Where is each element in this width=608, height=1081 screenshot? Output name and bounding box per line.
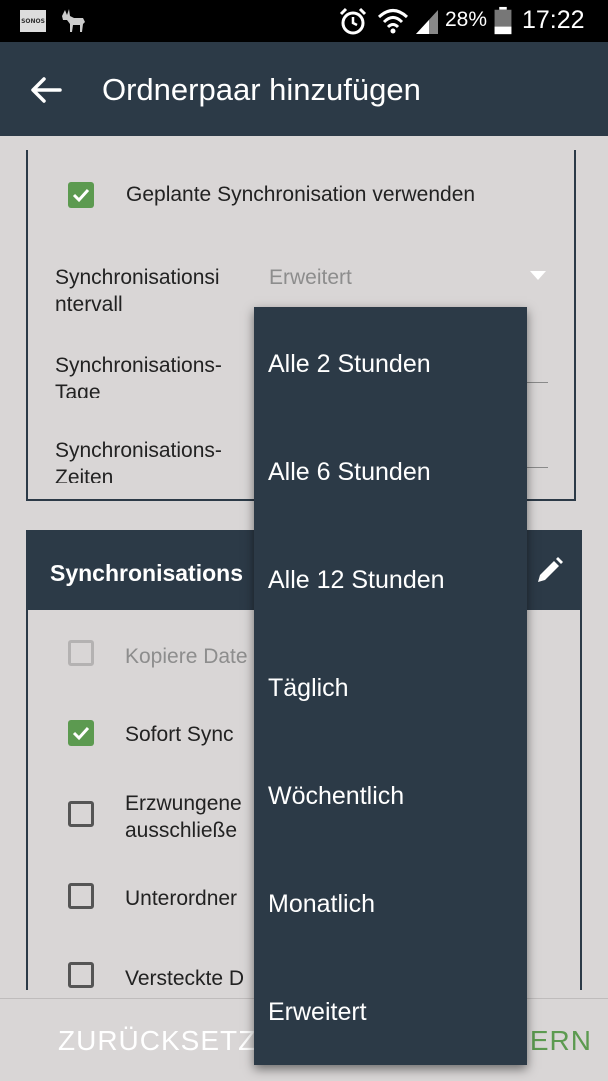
dropdown-option-weekly[interactable]: Wöchentlich	[268, 782, 404, 811]
dropdown-option-monthly[interactable]: Monatlich	[268, 890, 375, 919]
dropdown-option-daily[interactable]: Täglich	[268, 674, 349, 703]
days-label: Synchronisations- Tage	[55, 354, 222, 398]
forced-exclude-checkbox[interactable]	[68, 801, 94, 827]
interval-select-value[interactable]: Erweitert	[269, 264, 352, 291]
clock: 17:22	[522, 6, 585, 34]
forced-exclude-label: Erzwungene ausschließe	[125, 792, 242, 842]
interval-dropdown-menu: Alle 2 Stunden Alle 6 Stunden Alle 12 St…	[254, 307, 527, 1065]
instant-sync-checkbox[interactable]	[68, 720, 94, 746]
subfolders-label: Unterordner	[125, 887, 238, 910]
dropdown-option-advanced[interactable]: Erweitert	[268, 998, 367, 1027]
interval-label: Synchronisationsi ntervall	[55, 266, 220, 316]
back-arrow-icon[interactable]	[26, 72, 66, 108]
use-scheduled-checkbox[interactable]	[68, 182, 94, 208]
checkmark-icon	[72, 726, 90, 741]
times-label: Synchronisations- Zeiten	[55, 439, 222, 483]
status-bar: SONOS 28% 17:22	[0, 0, 608, 42]
battery-percentage: 28%	[445, 8, 488, 31]
subfolders-checkbox[interactable]	[68, 883, 94, 909]
reset-button[interactable]: ZURÜCKSETZ	[58, 1025, 256, 1057]
hidden-files-checkbox[interactable]	[68, 962, 94, 988]
copy-files-checkbox[interactable]	[68, 640, 94, 666]
hidden-files-label: Versteckte D	[125, 967, 245, 990]
sync-options-title: Synchronisations	[50, 560, 243, 586]
page-title: Ordnerpaar hinzufügen	[102, 72, 421, 107]
alarm-icon	[339, 7, 367, 35]
battery-icon	[494, 6, 512, 35]
pencil-icon[interactable]	[534, 556, 564, 586]
checkmark-icon	[72, 188, 90, 203]
use-scheduled-label: Geplante Synchronisation verwenden	[126, 183, 476, 206]
dropdown-option-2h[interactable]: Alle 2 Stunden	[268, 350, 431, 379]
copy-files-label: Kopiere Date	[125, 645, 248, 668]
sonos-icon: SONOS	[20, 10, 46, 32]
deer-icon	[62, 9, 85, 32]
wifi-icon	[377, 9, 409, 34]
dropdown-arrow-icon[interactable]	[529, 269, 547, 281]
dropdown-option-6h[interactable]: Alle 6 Stunden	[268, 458, 431, 487]
app-bar: Ordnerpaar hinzufügen	[0, 42, 608, 136]
signal-icon	[416, 10, 438, 34]
dropdown-option-12h[interactable]: Alle 12 Stunden	[268, 566, 445, 595]
instant-sync-label: Sofort Sync	[125, 723, 234, 746]
